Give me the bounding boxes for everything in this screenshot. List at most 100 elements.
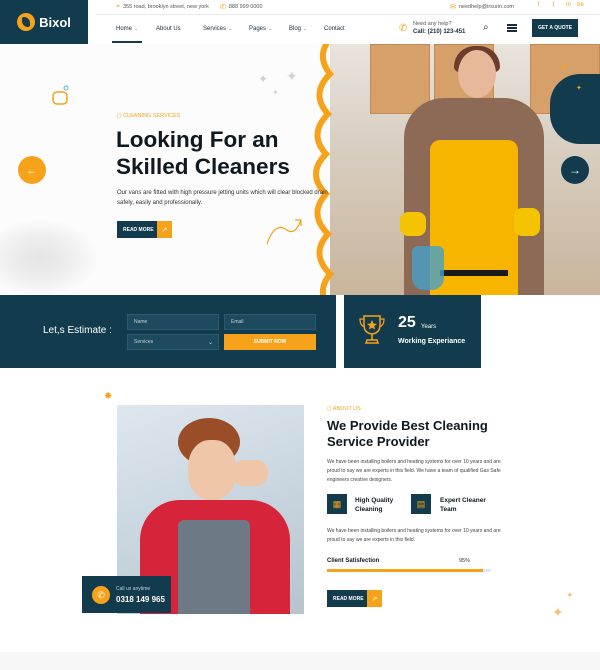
about-title: We Provide Best Cleaning Service Provide…	[327, 418, 488, 449]
nav-active-indicator	[112, 41, 142, 43]
about-apron-shape	[178, 520, 250, 614]
read-more-label: READ MORE	[333, 595, 364, 602]
nav-label: Blog	[289, 26, 302, 32]
about-hand-shape	[232, 460, 268, 486]
about-description-secondary: We have been installing boilers and heat…	[327, 528, 501, 543]
services-select-value: Services	[134, 339, 154, 345]
address-info: ⌖ 355 road, brooklyn street, new york	[116, 3, 209, 11]
read-more-button[interactable]: READ MORE ↗	[117, 221, 172, 238]
nav-item-home[interactable]: Home ⌄	[116, 26, 138, 32]
experience-unit: Years	[421, 324, 437, 330]
phone-icon: ✆	[92, 586, 110, 604]
sparkle-icon: ✸	[104, 391, 113, 402]
arrow-left-icon: ←	[26, 163, 38, 177]
behance-icon[interactable]: be	[576, 2, 585, 11]
slider-prev-button[interactable]: ←	[18, 156, 46, 184]
brand-name: Bixol	[39, 14, 71, 30]
search-icon[interactable]: ⌕	[483, 22, 489, 33]
nav-item-blog[interactable]: Blog ⌄	[289, 26, 307, 32]
nav-label: About Us	[156, 26, 181, 32]
nav-item-services[interactable]: Services ⌄	[203, 26, 232, 32]
cabinet-shape	[370, 44, 430, 114]
hero-title: Looking For an Skilled Cleaners	[116, 127, 290, 179]
phone-text: 888 999 0000	[228, 4, 263, 10]
about-face-shape	[188, 440, 236, 500]
experience-label: Working Experiance	[398, 338, 466, 345]
sparkle-icon: ✦	[258, 72, 269, 86]
about-read-more-button[interactable]: READ MORE ↗	[327, 590, 382, 607]
hero-description: Our vans are fitted with high pressure j…	[117, 190, 328, 206]
experience-number: 25	[398, 314, 416, 331]
linkedin-icon[interactable]: in	[564, 2, 573, 11]
sparkle-icon: ✦	[576, 85, 582, 92]
email-info[interactable]: ✉ needhelp@irsurin.com	[450, 3, 514, 11]
phone-icon: ✆	[220, 4, 226, 11]
logo-mark-icon	[17, 13, 36, 31]
chevron-down-icon: ⌄	[303, 26, 308, 32]
nav-label: Contact	[324, 26, 345, 32]
arrow-right-icon: →	[569, 163, 581, 177]
progress-label: Client Satisfection	[327, 558, 380, 564]
woman-head-shape	[458, 50, 496, 98]
services-select[interactable]: Services ⌄	[127, 334, 219, 350]
chevron-down-icon: ⌄	[228, 26, 233, 32]
help-label: Need any help?	[413, 21, 452, 27]
progress-value: 95%	[459, 558, 471, 564]
apron-band-shape	[440, 270, 508, 276]
glove-shape	[514, 208, 540, 236]
facebook-icon[interactable]: f	[534, 2, 543, 11]
next-section-strip	[0, 652, 600, 670]
get-quote-button[interactable]: GET A QUOTE	[532, 19, 578, 37]
main-nav: Home ⌄ About Us Services ⌄ Pages ⌄ Blog ⌄ Co…	[96, 15, 600, 44]
top-info-bar: ⌖ 355 road, brooklyn street, new york ✆ …	[96, 0, 600, 14]
mail-icon: ✉	[450, 4, 456, 11]
chevron-down-icon: ⌄	[207, 339, 213, 346]
name-field[interactable]: Name	[127, 314, 219, 330]
cloud-shape	[550, 74, 600, 144]
help-phone[interactable]: Call: (210) 123-451	[413, 29, 465, 35]
location-pin-icon: ⌖	[116, 3, 120, 10]
about-eyebrow: ◻ ABOUT US	[327, 406, 361, 412]
spray-bottle-shape	[412, 246, 444, 290]
submit-button[interactable]: SUBMIT NOW	[224, 334, 316, 350]
about-eyebrow-text: ABOUT US	[332, 406, 361, 412]
sparkle-icon: ✦	[552, 604, 564, 620]
nav-label: Pages	[249, 26, 267, 32]
estimate-label: Let,s Estimate :	[43, 325, 112, 336]
chevron-down-icon: ⌄	[268, 26, 273, 32]
sparkle-icon: ✦	[560, 62, 569, 73]
arrow-right-icon: ↗	[157, 221, 172, 238]
nav-item-pages[interactable]: Pages ⌄	[249, 26, 272, 32]
nav-item-contact[interactable]: Contact	[324, 26, 345, 32]
sparkle-icon: ✦	[286, 68, 298, 84]
menu-icon[interactable]	[507, 24, 517, 32]
team-icon: ▤	[411, 494, 431, 514]
call-number[interactable]: 0318 149 965	[116, 595, 165, 604]
twitter-icon[interactable]: t	[549, 2, 558, 11]
arrow-right-icon: ↗	[367, 590, 382, 607]
logo[interactable]: Bixol	[0, 0, 88, 44]
trophy-icon	[359, 315, 385, 344]
phone-call-icon: ✆	[399, 23, 408, 34]
address-text: 355 road, brooklyn street, new york	[122, 4, 209, 10]
brush-stroke-shape	[0, 218, 100, 295]
phone-info[interactable]: ✆ 888 999 0000	[220, 3, 263, 11]
arrow-doodle-icon	[266, 219, 302, 245]
chevron-down-icon: ⌄	[134, 26, 139, 32]
email-field[interactable]: Email	[224, 314, 316, 330]
quality-icon: ▦	[327, 494, 347, 514]
sponge-icon	[52, 85, 69, 105]
feature-title: High Quality Cleaning	[355, 497, 394, 513]
hero-eyebrow: ◻ CLEANING SERVICES	[117, 113, 180, 119]
feature-title: Expert Cleaner Team	[440, 497, 486, 513]
sparkle-icon: ✦	[272, 88, 279, 97]
sparkle-icon: ✦	[566, 590, 574, 600]
slider-next-button[interactable]: →	[561, 156, 589, 184]
call-label: Call us anytime	[116, 586, 151, 592]
nav-item-about[interactable]: About Us	[156, 26, 181, 32]
hero-eyebrow-text: CLEANING SERVICES	[123, 113, 181, 119]
nav-label: Services	[203, 26, 227, 32]
glove-shape	[400, 212, 426, 236]
progress-fill	[327, 569, 483, 572]
read-more-label: READ MORE	[123, 226, 154, 233]
